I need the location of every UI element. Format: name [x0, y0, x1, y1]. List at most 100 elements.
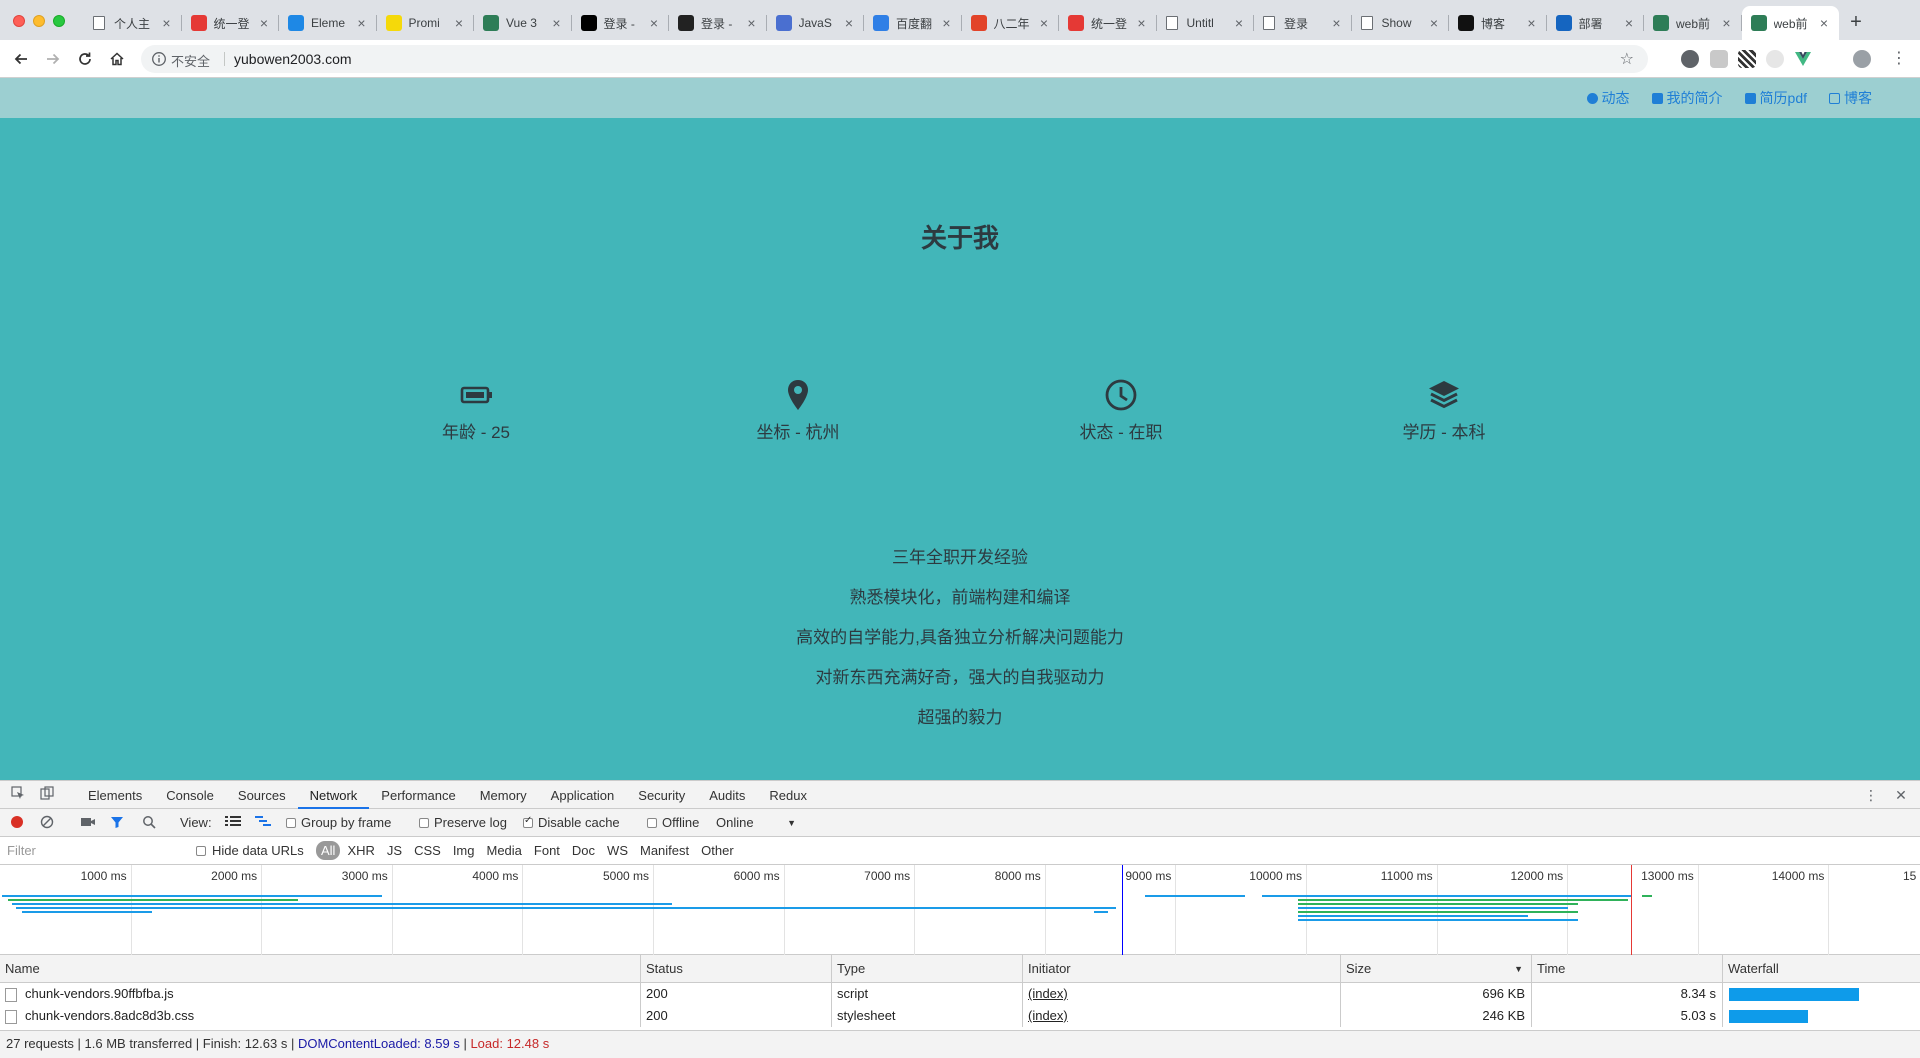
record-button[interactable]	[10, 815, 24, 829]
type-filter-chip[interactable]: Img	[448, 841, 480, 860]
column-time[interactable]: Time	[1531, 955, 1722, 982]
tab-close-icon[interactable]: ×	[1720, 15, 1734, 31]
tab-close-icon[interactable]: ×	[1427, 15, 1441, 31]
browser-tab[interactable]: Show ×	[1352, 6, 1450, 40]
column-size[interactable]: Size ▼	[1340, 955, 1531, 982]
site-nav-link[interactable]: 博客	[1829, 88, 1872, 108]
screenshot-button[interactable]	[80, 815, 96, 829]
devtools-tab[interactable]: Memory	[468, 781, 539, 809]
devtools-tab[interactable]: Security	[626, 781, 697, 809]
extension-pdf-icon[interactable]	[1710, 50, 1728, 68]
devtools-tab[interactable]: Performance	[369, 781, 467, 809]
throttle-select[interactable]: Online ▼	[716, 815, 796, 830]
tab-close-icon[interactable]: ×	[452, 15, 466, 31]
search-button[interactable]	[142, 815, 156, 829]
type-filter-chip[interactable]: Doc	[567, 841, 600, 860]
cell-initiator[interactable]: (index)	[1022, 983, 1340, 1005]
type-filter-chip[interactable]: JS	[382, 841, 407, 860]
home-button[interactable]	[106, 48, 128, 70]
browser-tab[interactable]: 部署 ×	[1547, 6, 1645, 40]
tab-close-icon[interactable]: ×	[1037, 15, 1051, 31]
browser-tab[interactable]: 博客 ×	[1449, 6, 1547, 40]
back-button[interactable]	[10, 48, 32, 70]
hide-data-urls-toggle[interactable]: Hide data URLs	[196, 843, 304, 858]
devtools-tab[interactable]: Elements	[76, 781, 154, 809]
filter-toggle-button[interactable]	[110, 815, 124, 829]
reload-button[interactable]	[74, 48, 96, 70]
address-bar[interactable]: 不安全 yubowen2003.com ☆	[141, 45, 1648, 73]
type-filter-chip[interactable]: XHR	[342, 841, 379, 860]
site-nav-link[interactable]: 动态	[1586, 88, 1630, 108]
type-filter-chip[interactable]: Manifest	[635, 841, 694, 860]
column-type[interactable]: Type	[831, 955, 1022, 982]
browser-tab[interactable]: 百度翻 ×	[864, 6, 962, 40]
column-status[interactable]: Status	[640, 955, 831, 982]
table-row[interactable]: chunk-vendors.90ffbfba.js 200 script (in…	[0, 983, 1920, 1005]
extension-shield-icon[interactable]	[1681, 50, 1699, 68]
browser-tab[interactable]: web前 ×	[1741, 6, 1839, 40]
group-by-frame-toggle[interactable]: Group by frame	[286, 815, 391, 830]
column-initiator[interactable]: Initiator	[1022, 955, 1340, 982]
browser-tab[interactable]: 登录 ×	[1254, 6, 1352, 40]
extension-vue-icon[interactable]	[1794, 50, 1812, 68]
forward-button[interactable]	[42, 48, 64, 70]
overview-toggle[interactable]	[255, 815, 271, 827]
type-filter-chip[interactable]: All	[316, 841, 341, 860]
table-row[interactable]: chunk-vendors.8adc8d3b.css 200 styleshee…	[0, 1005, 1920, 1027]
device-toolbar-icon[interactable]	[38, 786, 56, 804]
network-overview-timeline[interactable]: 1000 ms 2000 ms 3000 ms 4000 ms 5000 ms 6000 …	[0, 865, 1920, 955]
devtools-tab[interactable]: Console	[154, 781, 226, 809]
browser-tab[interactable]: Eleme ×	[279, 6, 377, 40]
preserve-log-toggle[interactable]: Preserve log	[419, 815, 507, 830]
extension-circle-icon[interactable]	[1766, 50, 1784, 68]
devtools-tab[interactable]: Network	[297, 781, 370, 809]
browser-tab[interactable]: Promi ×	[377, 6, 475, 40]
tab-close-icon[interactable]: ×	[1330, 15, 1344, 31]
profile-avatar[interactable]	[1853, 50, 1871, 68]
menu-dots-icon[interactable]: ⋮	[1890, 50, 1908, 68]
type-filter-chip[interactable]: Other	[696, 841, 739, 860]
tab-close-icon[interactable]: ×	[1135, 15, 1149, 31]
column-name[interactable]: Name	[0, 955, 640, 982]
filter-input[interactable]: Filter	[2, 841, 182, 861]
browser-tab[interactable]: 八二年 ×	[962, 6, 1060, 40]
tab-close-icon[interactable]: ×	[1525, 15, 1539, 31]
devtools-tab[interactable]: Application	[539, 781, 627, 809]
tab-close-icon[interactable]: ×	[1232, 15, 1246, 31]
browser-tab[interactable]: web前 ×	[1644, 6, 1742, 40]
tab-close-icon[interactable]: ×	[1622, 15, 1636, 31]
close-window-button[interactable]	[13, 15, 25, 27]
devtools-close-icon[interactable]: ✕	[1892, 786, 1910, 804]
type-filter-chip[interactable]: Media	[481, 841, 526, 860]
tab-close-icon[interactable]: ×	[257, 15, 271, 31]
info-icon[interactable]	[151, 51, 167, 67]
browser-tab[interactable]: Untitl ×	[1157, 6, 1255, 40]
minimize-window-button[interactable]	[33, 15, 45, 27]
tab-close-icon[interactable]: ×	[355, 15, 369, 31]
extension-qr-icon[interactable]	[1738, 50, 1756, 68]
devtools-tab[interactable]: Redux	[757, 781, 819, 809]
zoom-window-button[interactable]	[53, 15, 65, 27]
browser-tab[interactable]: JavaS ×	[767, 6, 865, 40]
devtools-menu-icon[interactable]: ⋮	[1862, 786, 1880, 804]
cell-initiator[interactable]: (index)	[1022, 1005, 1340, 1027]
new-tab-button[interactable]: +	[1843, 10, 1869, 36]
tab-close-icon[interactable]: ×	[160, 15, 174, 31]
devtools-tab[interactable]: Audits	[697, 781, 757, 809]
browser-tab[interactable]: 登录 - ×	[572, 6, 670, 40]
browser-tab[interactable]: 登录 - ×	[669, 6, 767, 40]
tab-close-icon[interactable]: ×	[1817, 15, 1831, 31]
offline-toggle[interactable]: Offline	[647, 815, 699, 830]
clear-button[interactable]	[40, 815, 54, 829]
browser-tab[interactable]: Vue 3 ×	[474, 6, 572, 40]
type-filter-chip[interactable]: WS	[602, 841, 633, 860]
type-filter-chip[interactable]: Font	[529, 841, 565, 860]
inspect-element-icon[interactable]	[9, 786, 27, 804]
url-text[interactable]: yubowen2003.com	[234, 51, 352, 67]
site-nav-link[interactable]: 我的简介	[1651, 88, 1723, 108]
browser-tab[interactable]: 统一登 ×	[182, 6, 280, 40]
browser-tab[interactable]: 个人主 ×	[84, 6, 182, 40]
devtools-tab[interactable]: Sources	[226, 781, 298, 809]
type-filter-chip[interactable]: CSS	[409, 841, 446, 860]
site-nav-link[interactable]: 简历pdf	[1744, 88, 1807, 108]
